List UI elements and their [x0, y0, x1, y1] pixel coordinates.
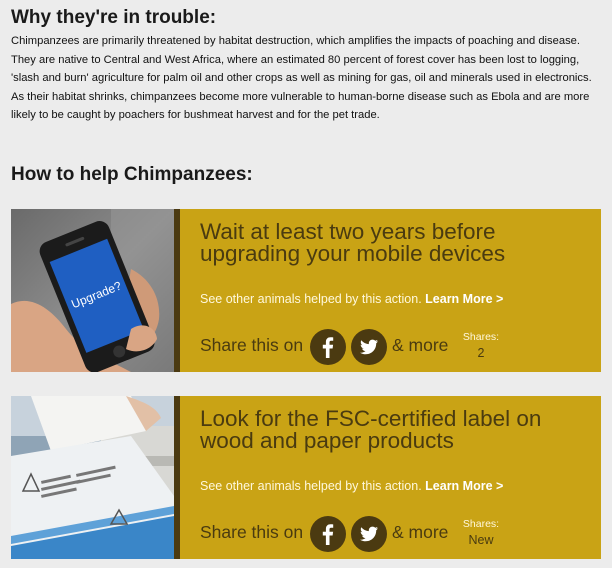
action-title: Look for the FSC-certified label on wood… [200, 406, 542, 453]
see-other-animals-text: See other animals helped by this action. [200, 479, 422, 493]
learn-more-link[interactable]: Learn More > [425, 292, 503, 306]
facebook-share-button[interactable] [310, 329, 346, 365]
phone-upgrade-photo[interactable]: Upgrade? [11, 209, 174, 372]
action-card-mobile-devices: Upgrade? Wait at least two years before … [11, 209, 601, 372]
facebook-icon [322, 337, 334, 358]
share-label: Share this on [200, 335, 304, 355]
see-other-animals: See other animals helped by this action.… [200, 479, 503, 493]
action-card-fsc-label: Look for the FSC-certified label on wood… [11, 396, 601, 559]
learn-more-link[interactable]: Learn More > [425, 479, 503, 493]
facebook-icon [322, 524, 334, 545]
action-title: Wait at least two years before upgrading… [200, 219, 506, 266]
share-more-link[interactable]: & more [392, 335, 448, 356]
trouble-heading: Why they're in trouble: [11, 7, 217, 28]
see-other-animals-text: See other animals helped by this action. [200, 292, 422, 306]
card-divider [174, 209, 180, 372]
twitter-icon [360, 526, 378, 542]
trouble-paragraph: Chimpanzees are primarily threatened by … [11, 35, 592, 121]
card-divider [174, 396, 180, 559]
shares-label: Shares: [462, 331, 500, 343]
share-more-link[interactable]: & more [392, 522, 448, 543]
help-heading: How to help Chimpanzees: [11, 164, 253, 185]
twitter-share-button[interactable] [351, 516, 387, 552]
shares-count: New [468, 533, 494, 547]
page: Why they're in trouble: Chimpanzees are … [0, 0, 612, 568]
facebook-share-button[interactable] [310, 516, 346, 552]
twitter-share-button[interactable] [351, 329, 387, 365]
fsc-paper-photo[interactable] [11, 396, 174, 559]
shares-label: Shares: [462, 518, 500, 530]
twitter-icon [360, 339, 378, 355]
see-other-animals: See other animals helped by this action.… [200, 292, 503, 306]
share-label: Share this on [200, 522, 304, 542]
shares-count: 2 [477, 346, 485, 360]
